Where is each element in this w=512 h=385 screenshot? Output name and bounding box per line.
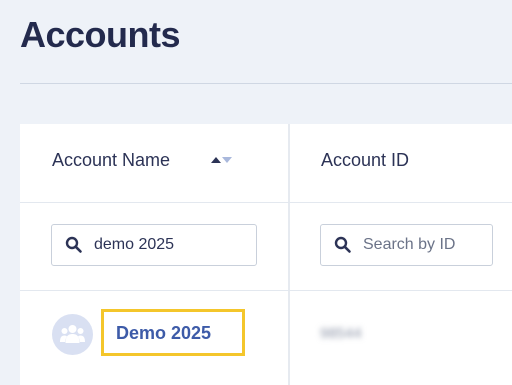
accounts-table: Account Name Account ID Demo 2025 (20, 124, 512, 385)
row-divider (20, 202, 512, 203)
account-name-search-input[interactable] (94, 233, 244, 257)
column-header-account-name[interactable]: Account Name (52, 150, 170, 171)
row-divider (20, 290, 512, 291)
account-name-link[interactable]: Demo 2025 (116, 323, 211, 344)
column-divider (288, 124, 290, 385)
account-name-filter[interactable] (51, 224, 257, 266)
group-icon (60, 325, 85, 343)
column-header-account-id[interactable]: Account ID (321, 150, 409, 171)
account-id-filter[interactable] (320, 224, 493, 266)
sort-icon[interactable] (210, 155, 238, 165)
search-icon (65, 236, 82, 253)
page-title: Accounts (20, 14, 181, 55)
title-divider (20, 83, 512, 84)
avatar (52, 314, 93, 355)
account-id-value: 98544 (320, 325, 362, 342)
account-id-search-input[interactable] (363, 233, 483, 257)
search-icon (334, 236, 351, 253)
